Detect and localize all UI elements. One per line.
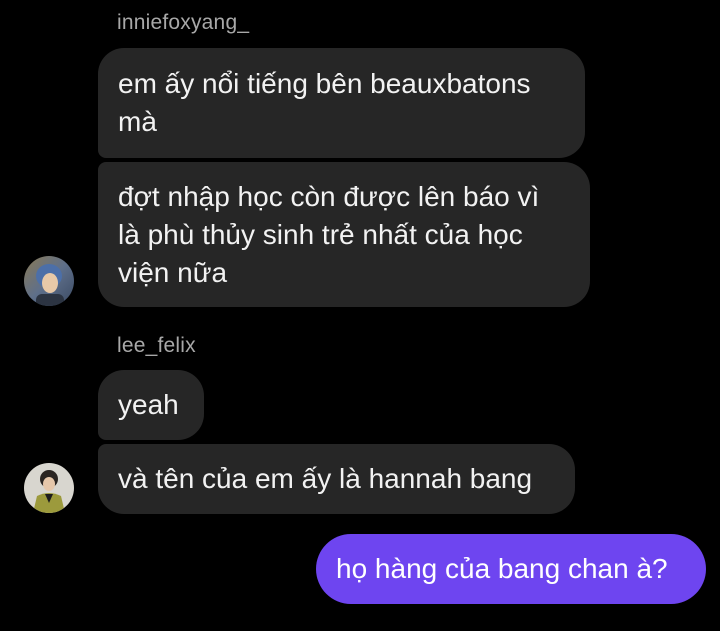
message-text: và tên của em ấy là hannah bang xyxy=(118,463,533,494)
message-bubble[interactable]: và tên của em ấy là hannah bang xyxy=(98,444,575,514)
avatar[interactable] xyxy=(24,256,74,306)
avatar-image-icon xyxy=(24,463,74,513)
avatar[interactable] xyxy=(24,463,74,513)
message-text: em ấy nổi tiếng bên beauxbatons mà xyxy=(118,68,531,137)
message-bubble[interactable]: em ấy nổi tiếng bên beauxbatons mà xyxy=(98,48,585,158)
message-bubble-outgoing[interactable]: họ hàng của bang chan à? xyxy=(316,534,706,604)
sender-name[interactable]: lee_felix xyxy=(117,334,196,358)
chat-screen: { "messages": [ { "sender": "inniefoxyan… xyxy=(0,0,720,631)
message-bubble[interactable]: đợt nhập học còn được lên báo vì là phù … xyxy=(98,162,590,307)
message-text: họ hàng của bang chan à? xyxy=(336,553,668,584)
avatar-image-icon xyxy=(24,256,74,306)
message-text: yeah xyxy=(118,389,179,420)
message-bubble[interactable]: yeah xyxy=(98,370,204,440)
message-text: đợt nhập học còn được lên báo vì là phù … xyxy=(118,180,540,288)
sender-name[interactable]: inniefoxyang_ xyxy=(117,11,249,35)
